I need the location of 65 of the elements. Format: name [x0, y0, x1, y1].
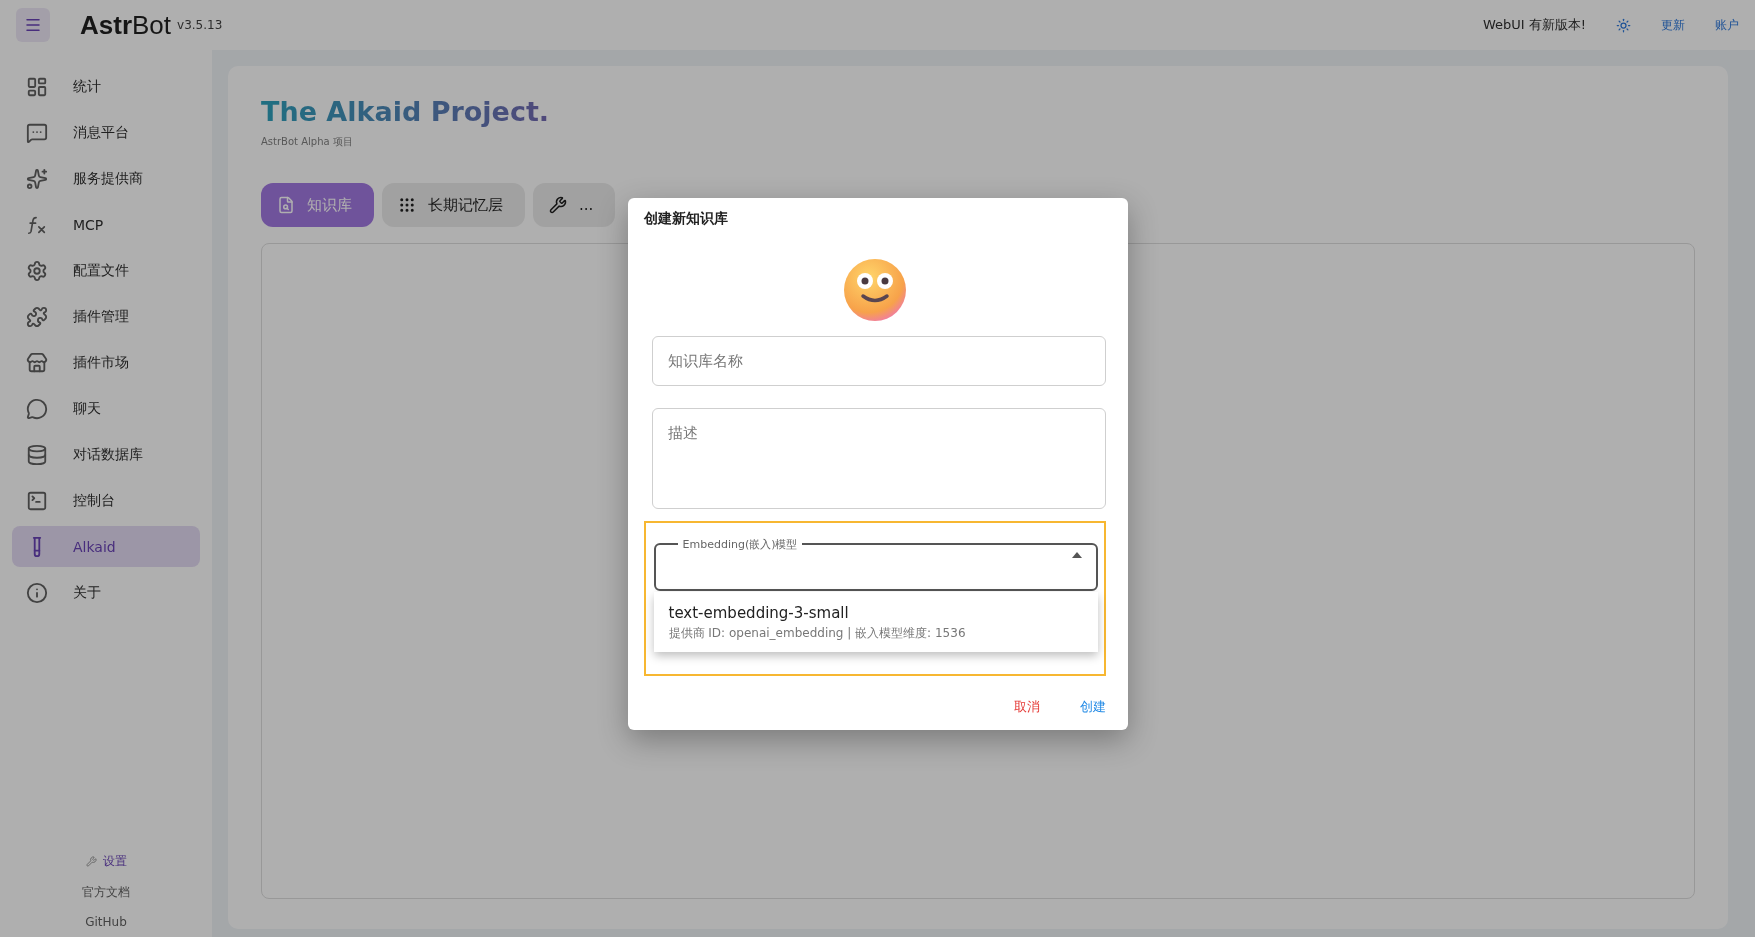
create-button[interactable]: 创建 [1079, 697, 1106, 716]
update-link[interactable]: 更新 [1661, 16, 1685, 34]
tab-icon [277, 196, 295, 214]
sidebar-icon [26, 397, 48, 420]
sidebar-label: 插件管理 [73, 307, 129, 326]
app-logo: AstrBot [80, 9, 172, 41]
sidebar-label: 关于 [73, 583, 101, 602]
name-input-field[interactable]: 知识库名称 [651, 335, 1106, 386]
option-title: text-embedding-3-small [668, 603, 850, 622]
sidebar-item[interactable]: 聊天 [12, 388, 200, 429]
version-label: v3.5.13 [177, 18, 223, 32]
sidebar-item[interactable]: 控制台 [12, 480, 200, 521]
sidebar-label: 聊天 [73, 399, 101, 418]
tab-icon [549, 196, 567, 214]
sidebar-icon [26, 489, 48, 512]
sidebar-item[interactable]: Alkaid [12, 526, 200, 567]
sidebar-label: 对话数据库 [73, 445, 143, 464]
theme-toggle-icon[interactable] [1616, 17, 1631, 33]
sidebar-item[interactable]: 插件管理 [12, 296, 200, 337]
sidebar-icon [26, 75, 48, 98]
caret-icon [1071, 551, 1082, 558]
sidebar-icon [26, 443, 48, 466]
sidebar-label: 统计 [73, 77, 101, 96]
menu-button[interactable] [16, 8, 50, 42]
github-link[interactable]: GitHub [85, 915, 127, 929]
model-select[interactable]: Embedding(嵌入)模型 [653, 536, 1098, 591]
tab[interactable]: ... [533, 183, 616, 227]
sidebar-label: 服务提供商 [73, 169, 143, 188]
select-label: Embedding(嵌入)模型 [681, 536, 799, 552]
sidebar-label: 配置文件 [73, 261, 129, 280]
sidebar-item[interactable]: 统计 [12, 66, 200, 107]
sidebar-item[interactable]: 对话数据库 [12, 434, 200, 475]
sidebar-item[interactable]: 消息平台 [12, 112, 200, 153]
docs-link[interactable]: 官方文档 [82, 884, 130, 901]
sidebar-icon [26, 259, 48, 282]
tab[interactable]: 长期记忆层 [382, 183, 525, 227]
sidebar-label: Alkaid [73, 538, 116, 555]
sidebar-label: 消息平台 [73, 123, 129, 142]
sidebar-item[interactable]: 关于 [12, 572, 200, 613]
sidebar-icon [26, 305, 48, 328]
account-link[interactable]: 账户 [1715, 16, 1739, 34]
sidebar-label: MCP [73, 216, 104, 233]
sidebar-icon [26, 121, 48, 144]
sidebar-icon [26, 167, 48, 190]
page-subtitle: AstrBot Alpha 项目 [261, 135, 354, 149]
sidebar-label: 插件市场 [73, 353, 129, 372]
dialog-title: 创建新知识库 [643, 209, 729, 228]
smiley-icon [842, 257, 907, 322]
tab-icon [398, 196, 416, 214]
settings-label: 设置 [102, 853, 127, 870]
sidebar-item[interactable]: 服务提供商 [12, 158, 200, 199]
sidebar-item[interactable]: MCP [12, 204, 200, 245]
option-subtitle: 提供商 ID: openai_embedding | 嵌入模型维度: 1536 [668, 624, 967, 642]
update-notice: WebUI 有新版本! [1482, 16, 1586, 34]
settings-link[interactable]: 设置 [85, 853, 127, 870]
sidebar-item[interactable]: 配置文件 [12, 250, 200, 291]
sidebar-icon [26, 351, 48, 374]
sidebar-icon [26, 581, 48, 604]
sidebar-item[interactable]: 插件市场 [12, 342, 200, 383]
model-option[interactable]: text-embedding-3-small 提供商 ID: openai_embedding | 嵌入模型维度: 1536 [653, 591, 1098, 652]
description-input-field[interactable]: 描述 [651, 407, 1106, 509]
wrench-icon [85, 856, 97, 867]
cancel-button[interactable]: 取消 [1013, 697, 1040, 716]
menu-icon [24, 16, 42, 34]
sidebar-label: 控制台 [73, 491, 115, 510]
